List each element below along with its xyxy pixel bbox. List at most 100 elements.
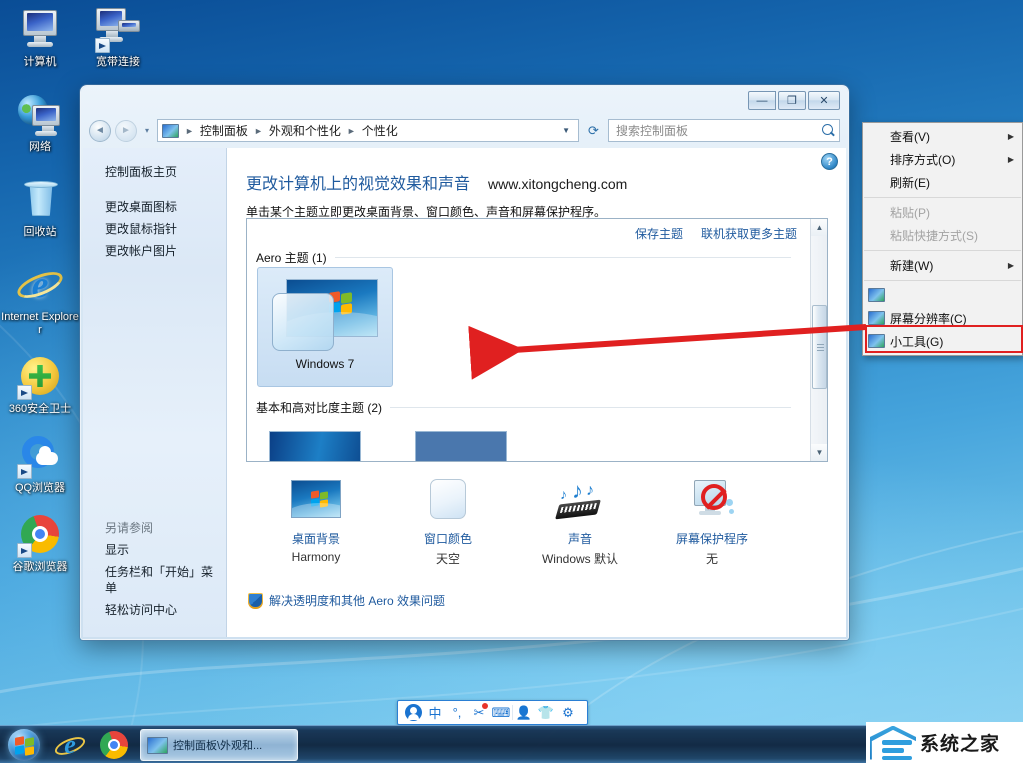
start-button[interactable] [0, 727, 48, 763]
sidebar-item-ease-of-access-center[interactable]: 轻松访问中心 [83, 599, 226, 621]
refresh-icon[interactable]: ⟳ [583, 120, 604, 141]
site-watermark-text: 系统之家 [920, 734, 1001, 755]
menu-item-view[interactable]: 查看(V) ▶ [863, 125, 1022, 148]
window-title-bar[interactable]: — ❐ ✕ [81, 86, 848, 116]
chrome-browser-icon [16, 511, 64, 559]
see-also-heading: 另请参阅 [105, 521, 154, 535]
sidebar-item-change-desktop-icons[interactable]: 更改桌面图标 [83, 196, 226, 218]
desktop-context-menu: 查看(V) ▶ 排序方式(O) ▶ 刷新(E) 粘贴(P) 粘贴快捷方式(S) … [862, 122, 1023, 356]
menu-item-gadgets[interactable]: 屏幕分辨率(C) [863, 307, 1022, 330]
theme-group-heading-aero: Aero 主题 (1) [256, 249, 791, 266]
menu-item-new[interactable]: 新建(W) ▶ [863, 254, 1022, 277]
address-bar: ◄ ► ▾ ► 控制面板 ► 外观和个性化 ► 个性化 ▼ ⟳ [89, 118, 840, 143]
setting-value: Windows 默认 [541, 552, 618, 566]
360-security-icon [16, 353, 64, 401]
close-button[interactable]: ✕ [808, 91, 840, 110]
desktop-icon-broadband-connection[interactable]: 宽带连接 [78, 6, 158, 69]
desktop-icon-label: 宽带连接 [96, 56, 140, 68]
menu-item-personalize[interactable]: 小工具(G) [863, 330, 1022, 353]
menu-item-refresh[interactable]: 刷新(E) [863, 171, 1022, 194]
search-box[interactable] [608, 119, 840, 142]
menu-item-sort-by[interactable]: 排序方式(O) ▶ [863, 148, 1022, 171]
taskbar-pin-chrome[interactable] [92, 727, 136, 763]
desktop: 计算机 网络 回收站 e Internet Explorer 360安全卫士 Q… [0, 0, 1023, 763]
search-input[interactable] [616, 123, 821, 138]
sidebar-item-control-panel-home[interactable]: 控制面板主页 [83, 161, 226, 183]
menu-separator [864, 197, 1021, 198]
monitor-icon [868, 287, 885, 303]
breadcrumb-item-1[interactable]: 外观和个性化 [267, 120, 343, 141]
taskbar-window-button-control-panel[interactable]: 控制面板\外观和... [140, 728, 298, 761]
help-icon[interactable]: ? [821, 153, 838, 170]
settings-gear-icon[interactable]: ⚙ [557, 702, 579, 723]
breadcrumb[interactable]: ► 控制面板 ► 外观和个性化 ► 个性化 ▼ [157, 119, 579, 142]
desktop-icon-label: 360安全卫士 [8, 403, 72, 415]
scroll-up-arrow-icon[interactable]: ▲ [811, 219, 827, 236]
keyboard-icon[interactable]: ⌨ [490, 702, 512, 723]
theme-tile-windows7[interactable]: Windows 7 [257, 267, 393, 387]
theme-tile-basic-2[interactable] [415, 431, 507, 461]
desktop-icon-qq-browser[interactable]: QQ浏览器 [0, 432, 80, 495]
desktop-icon-chrome-browser[interactable]: 谷歌浏览器 [0, 511, 80, 574]
sound-icon: ♪ ♪ ♪ [548, 478, 612, 524]
aero-troubleshoot-link[interactable]: 解决透明度和其他 Aero 效果问题 [269, 592, 445, 609]
theme-tile-basic-1[interactable] [269, 431, 361, 461]
sidebar-item-display[interactable]: 显示 [83, 539, 226, 561]
ime-punctuation-icon[interactable]: °, [446, 702, 468, 723]
breadcrumb-dropdown-icon[interactable]: ▼ [556, 126, 576, 135]
group-divider [334, 257, 791, 258]
desktop-icon-computer[interactable]: 计算机 [0, 6, 80, 69]
menu-item-screen-resolution[interactable] [863, 284, 1022, 307]
theme-window-preview [272, 293, 334, 351]
desktop-icon-internet-explorer[interactable]: e Internet Explorer [0, 261, 80, 337]
setting-desktop-background[interactable]: 桌面背景 Harmony [250, 478, 382, 567]
skin-icon[interactable]: 👕 [535, 702, 557, 723]
taskbar-pin-internet-explorer[interactable]: e [48, 727, 92, 763]
ime-mode-chinese[interactable]: 中 [424, 702, 446, 723]
desktop-icon-label: 计算机 [23, 56, 57, 68]
computer-icon [16, 6, 64, 54]
sidebar-item-change-mouse-pointers[interactable]: 更改鼠标指针 [83, 218, 226, 240]
get-more-themes-online-link[interactable]: 联机获取更多主题 [701, 225, 797, 242]
desktop-icon-360-security[interactable]: 360安全卫士 [0, 353, 80, 416]
forward-button[interactable]: ► [115, 119, 137, 142]
scissors-icon[interactable]: ✂ [468, 702, 490, 723]
recent-pages-dropdown-icon[interactable]: ▾ [141, 120, 153, 142]
breadcrumb-item-0[interactable]: 控制面板 [198, 120, 250, 141]
sidebar-item-change-account-picture[interactable]: 更改帐户图片 [83, 240, 226, 262]
user-icon[interactable]: 👤 [513, 702, 535, 723]
theme-list-scrollbar[interactable]: ▲ ▼ [810, 219, 827, 461]
xitongzhijia-logo-icon [870, 725, 916, 760]
desktop-icon-network[interactable]: 网络 [0, 91, 80, 154]
gadget-icon [868, 310, 885, 326]
setting-screen-saver[interactable]: 屏幕保护程序 无 [646, 478, 778, 567]
site-watermark-url: www.xitongcheng.com [488, 176, 628, 192]
window-body: 控制面板主页 更改桌面图标 更改鼠标指针 更改帐户图片 另请参阅 显示 任务栏和… [83, 148, 846, 637]
see-also-section: 另请参阅 显示 任务栏和「开始」菜单 轻松访问中心 [83, 516, 226, 621]
setting-sounds[interactable]: ♪ ♪ ♪ 声音 Windows 默认 [514, 478, 646, 567]
menu-separator [864, 280, 1021, 281]
submenu-arrow-icon: ▶ [1007, 132, 1014, 141]
setting-title: 窗口颜色 [423, 532, 472, 546]
setting-window-color[interactable]: 窗口颜色 天空 [382, 478, 514, 567]
taskbar-window-button-label: 控制面板\外观和... [173, 739, 263, 752]
setting-title: 桌面背景 [291, 532, 340, 546]
network-icon [16, 91, 64, 139]
scroll-down-arrow-icon[interactable]: ▼ [811, 444, 827, 461]
sidebar-item-taskbar-start-menu[interactable]: 任务栏和「开始」菜单 [83, 561, 226, 599]
maximize-button[interactable]: ❐ [778, 91, 806, 110]
minimize-button[interactable]: — [748, 91, 776, 110]
desktop-icon-recycle-bin[interactable]: 回收站 [0, 176, 80, 239]
breadcrumb-item-2[interactable]: 个性化 [360, 120, 400, 141]
desktop-icon-label: Internet Explorer [1, 311, 79, 336]
save-theme-link[interactable]: 保存主题 [635, 225, 683, 242]
group-divider [390, 407, 791, 408]
ime-language-bar: 中 °, ✂ ⌨ 👤 👕 ⚙ [397, 700, 588, 725]
ime-logo-icon[interactable] [402, 702, 424, 723]
back-button[interactable]: ◄ [89, 119, 111, 142]
aero-troubleshoot-row[interactable]: 解决透明度和其他 Aero 效果问题 [248, 592, 445, 609]
scrollbar-thumb[interactable] [812, 305, 827, 389]
internet-explorer-icon: e [14, 261, 66, 309]
desktop-icon-list: 计算机 网络 回收站 e Internet Explorer 360安全卫士 Q… [0, 0, 80, 584]
internet-explorer-icon: e [52, 730, 88, 760]
